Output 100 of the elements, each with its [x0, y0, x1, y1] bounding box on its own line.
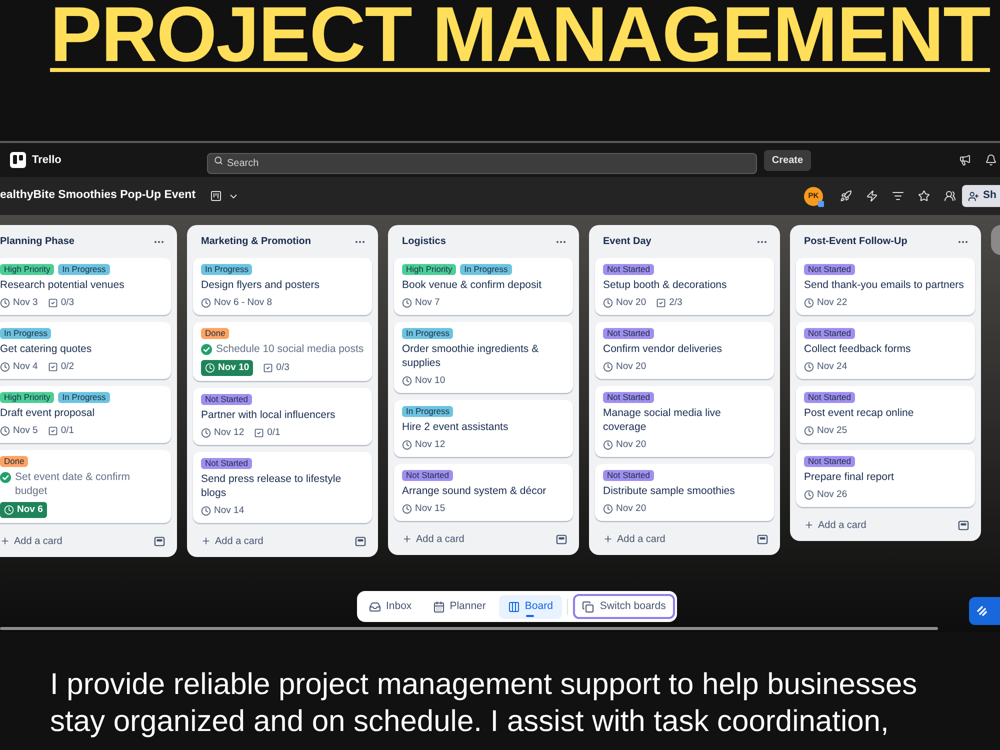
checklist-icon	[656, 298, 666, 308]
status-label[interactable]: Not Started	[603, 328, 654, 339]
scrollbar-thumb[interactable]	[0, 627, 938, 630]
task-card[interactable]: Not Started Send thank-you emails to partners Nov 22	[796, 258, 975, 315]
add-card-button[interactable]: Add a card	[599, 528, 670, 550]
task-card[interactable]: Done Schedule 10 social media posts Nov 10 0/3	[193, 322, 372, 381]
status-label[interactable]: High Priority	[0, 392, 54, 403]
checklist-count: 0/1	[60, 425, 74, 437]
task-card[interactable]: Not Started Setup booth & decorations Nov 20 2/3	[595, 258, 774, 315]
due-date: Nov 6 - Nov 8	[214, 297, 272, 309]
check-circle-icon[interactable]	[201, 344, 212, 354]
card-title: Hire 2 event assistants	[402, 420, 508, 434]
star-icon[interactable]	[918, 190, 930, 202]
status-label[interactable]: Not Started	[201, 458, 252, 469]
add-card-button[interactable]: Add a card	[398, 528, 468, 550]
status-label[interactable]: High Priority	[0, 264, 54, 275]
card-title: Collect feedback forms	[804, 342, 911, 356]
checklist-icon	[48, 298, 58, 308]
lightning-icon[interactable]	[866, 190, 878, 202]
clock-icon	[0, 426, 10, 436]
status-label[interactable]: Not Started	[402, 470, 453, 481]
task-card[interactable]: High Priority In Progress Research potential venues Nov 3 0/3	[0, 258, 171, 315]
status-label[interactable]: Done	[0, 456, 28, 467]
search-field[interactable]: Search	[207, 152, 757, 174]
status-label[interactable]: In Progress	[402, 406, 454, 417]
share-button[interactable]: Sh	[962, 185, 1000, 207]
kanban-icon[interactable]	[210, 190, 222, 202]
task-card[interactable]: Not Started Distribute sample smoothies Nov 20	[595, 464, 774, 521]
task-card[interactable]: In Progress Hire 2 event assistants Nov 12	[394, 400, 573, 457]
due-date: Nov 4	[13, 361, 38, 373]
status-label[interactable]: Not Started	[603, 264, 654, 275]
due-date-badge[interactable]: Nov 10	[201, 360, 254, 376]
task-card[interactable]: In Progress Order smoothie ingredients & supplies Nov 10	[394, 322, 573, 393]
status-label[interactable]: In Progress	[58, 264, 110, 275]
task-card[interactable]: Not Started Arrange sound system & décor Nov 15	[394, 464, 573, 521]
add-card-button[interactable]: Add a card	[197, 530, 268, 552]
status-label[interactable]: Not Started	[603, 392, 654, 403]
task-card[interactable]: Not Started Confirm vendor deliveries Nov 20	[595, 322, 774, 379]
status-label[interactable]: In Progress	[58, 392, 110, 403]
task-card[interactable]: Not Started Partner with local influencers Nov 12 0/1	[193, 388, 372, 445]
task-card[interactable]: In Progress Design flyers and posters Nov 6 - Nov 8	[193, 258, 372, 315]
nav-tab[interactable]: Planner	[424, 594, 494, 618]
status-label[interactable]: In Progress	[201, 264, 252, 275]
create-button[interactable]: Create	[764, 150, 811, 170]
clock-icon	[201, 506, 211, 516]
card-template-icon[interactable]	[757, 534, 768, 544]
columns-icon	[508, 600, 520, 612]
status-label[interactable]: Not Started	[804, 392, 855, 403]
status-label[interactable]: Not Started	[804, 264, 855, 275]
task-card[interactable]: Not Started Post event recap online Nov 25	[796, 386, 975, 443]
due-date: Nov 5	[13, 425, 38, 437]
nav-tab[interactable]: Inbox	[361, 594, 420, 618]
status-label[interactable]: Not Started	[201, 394, 252, 405]
switch-boards-button[interactable]: Switch boards	[572, 594, 675, 619]
people-icon[interactable]	[944, 190, 956, 202]
card-template-icon[interactable]	[355, 536, 366, 546]
clock-icon	[804, 490, 814, 500]
due-date: Nov 12	[415, 439, 446, 451]
checklist-count: 0/3	[60, 297, 74, 309]
status-label[interactable]: Not Started	[804, 328, 855, 339]
home-link[interactable]: Trello	[10, 152, 62, 168]
card-template-icon[interactable]	[154, 536, 165, 546]
due-date: Nov 22	[817, 297, 848, 309]
checklist-count: 0/1	[267, 427, 280, 439]
floating-button[interactable]	[969, 597, 1000, 625]
add-card-button[interactable]: Add a card	[0, 530, 66, 552]
clock-icon	[4, 505, 14, 515]
nav-tab[interactable]: Board	[498, 594, 562, 618]
status-label[interactable]: In Progress	[402, 328, 454, 339]
status-label[interactable]: In Progress	[460, 264, 512, 275]
megaphone-icon[interactable]	[959, 154, 971, 166]
status-label[interactable]: Not Started	[603, 470, 654, 481]
filter-icon[interactable]	[892, 190, 904, 202]
due-date-badge[interactable]: Nov 6	[0, 502, 47, 518]
board-title[interactable]: ealthyBite Smoothies Pop-Up Event	[0, 187, 196, 205]
check-circle-icon[interactable]	[0, 472, 11, 482]
status-label[interactable]: Not Started	[804, 456, 855, 467]
card-template-icon[interactable]	[556, 534, 567, 544]
add-card-button[interactable]: Add a card	[800, 514, 870, 536]
due-date: Nov 6	[17, 504, 43, 516]
task-card[interactable]: High Priority In Progress Book venue & confirm deposit Nov 7	[394, 258, 573, 315]
task-card[interactable]: Done Set event date & confirm budget Nov 6	[0, 450, 171, 523]
bell-icon[interactable]	[985, 154, 997, 166]
card-template-icon[interactable]	[958, 520, 969, 530]
task-card[interactable]: In Progress Get catering quotes Nov 4 0/2	[0, 322, 171, 379]
list-title: Event Day	[603, 235, 652, 249]
status-label[interactable]: Done	[201, 328, 230, 339]
task-card[interactable]: High Priority In Progress Draft event proposal Nov 5 0/1	[0, 386, 171, 443]
card-title: Order smoothie ingredients & supplies	[402, 342, 540, 370]
card-title: Send press release to lifestyle blogs	[201, 472, 342, 500]
card-title: Manage social media live coverage	[603, 406, 722, 434]
rocket-icon[interactable]	[840, 190, 852, 202]
status-label[interactable]: High Priority	[402, 264, 456, 275]
due-date: Nov 7	[415, 297, 440, 309]
task-card[interactable]: Not Started Send press release to lifestyle blogs Nov 14	[193, 452, 372, 523]
task-card[interactable]: Not Started Manage social media live coverage Nov 20	[595, 386, 774, 457]
task-card[interactable]: Not Started Prepare final report Nov 26	[796, 450, 975, 507]
task-card[interactable]: Not Started Collect feedback forms Nov 24	[796, 322, 975, 379]
status-label[interactable]: In Progress	[0, 328, 52, 339]
card-title: Get catering quotes	[0, 342, 92, 356]
